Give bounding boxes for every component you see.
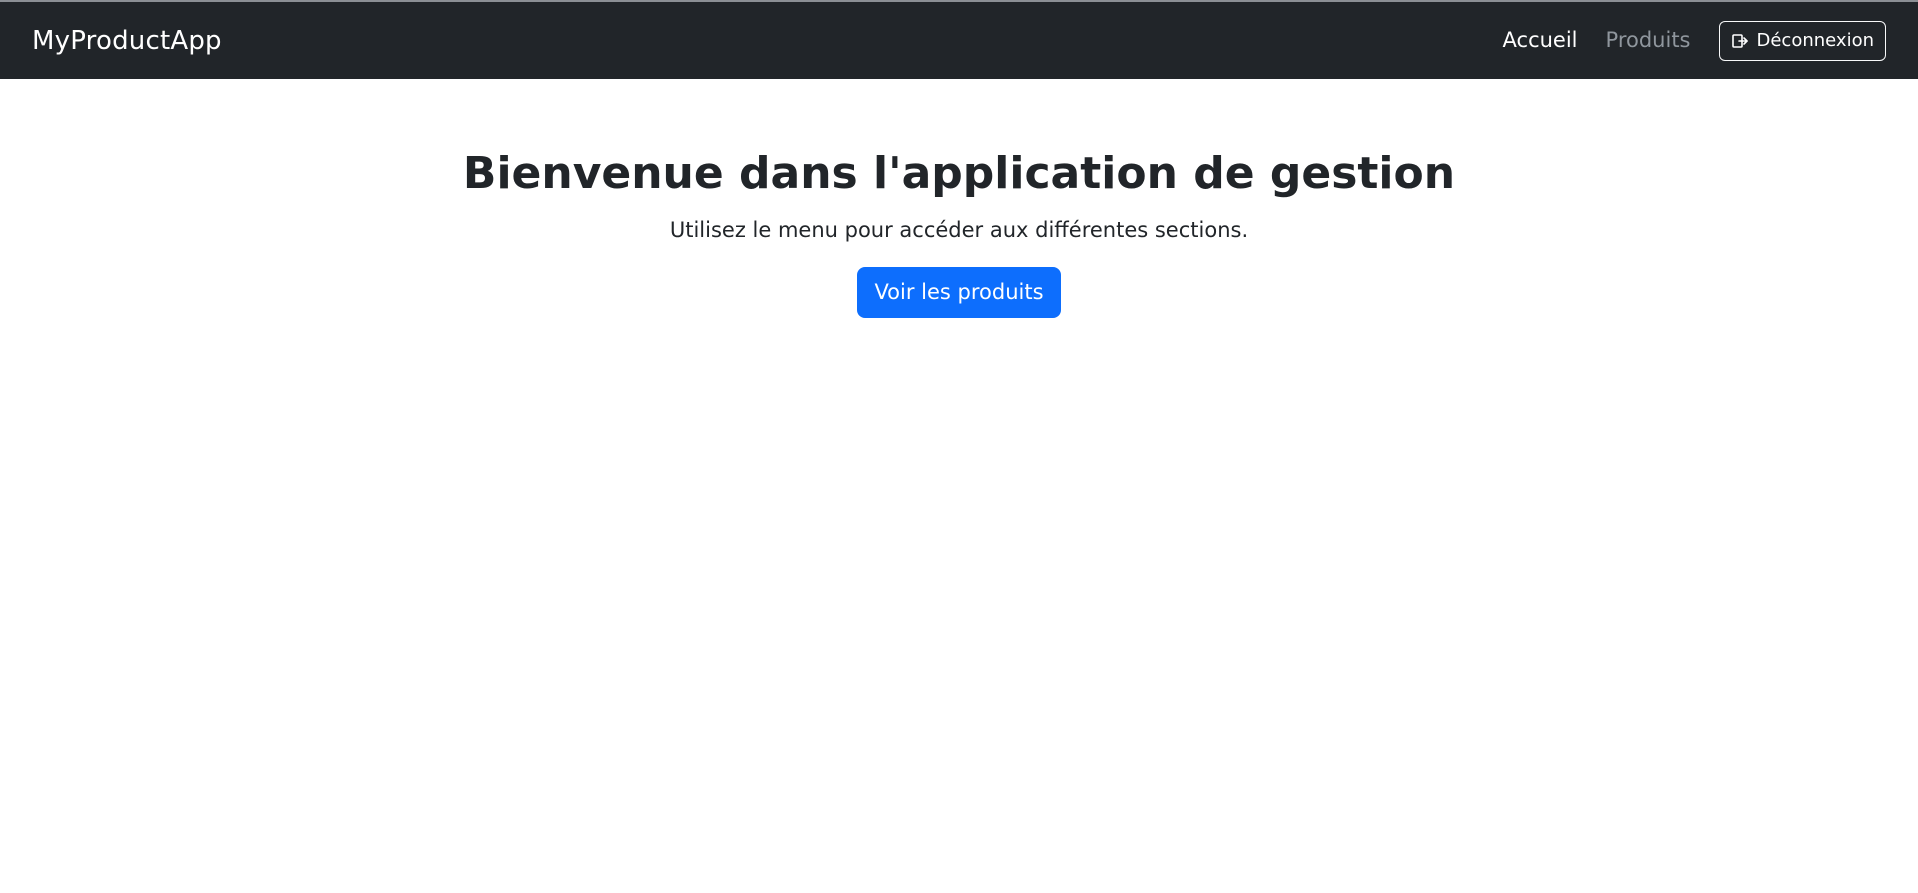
- navbar-menu: Accueil Produits Déconnexion: [1503, 20, 1886, 61]
- top-navbar: MyProductApp Accueil Produits Déconnexio…: [0, 2, 1918, 79]
- nav-link-produits[interactable]: Produits: [1606, 30, 1691, 51]
- view-products-button[interactable]: Voir les produits: [857, 266, 1061, 318]
- page-title: Bienvenue dans l'application de gestion: [462, 148, 1456, 199]
- logout-icon: [1731, 32, 1749, 50]
- welcome-description: Utilisez le menu pour accéder aux différ…: [669, 217, 1249, 242]
- logout-button-label: Déconnexion: [1756, 30, 1875, 51]
- welcome-section: Bienvenue dans l'application de gestion …: [0, 79, 1918, 318]
- logout-button[interactable]: Déconnexion: [1718, 20, 1886, 61]
- nav-link-accueil[interactable]: Accueil: [1503, 30, 1578, 51]
- page: MyProductApp Accueil Produits Déconnexio…: [0, 0, 1918, 893]
- brand-link[interactable]: MyProductApp: [32, 28, 222, 54]
